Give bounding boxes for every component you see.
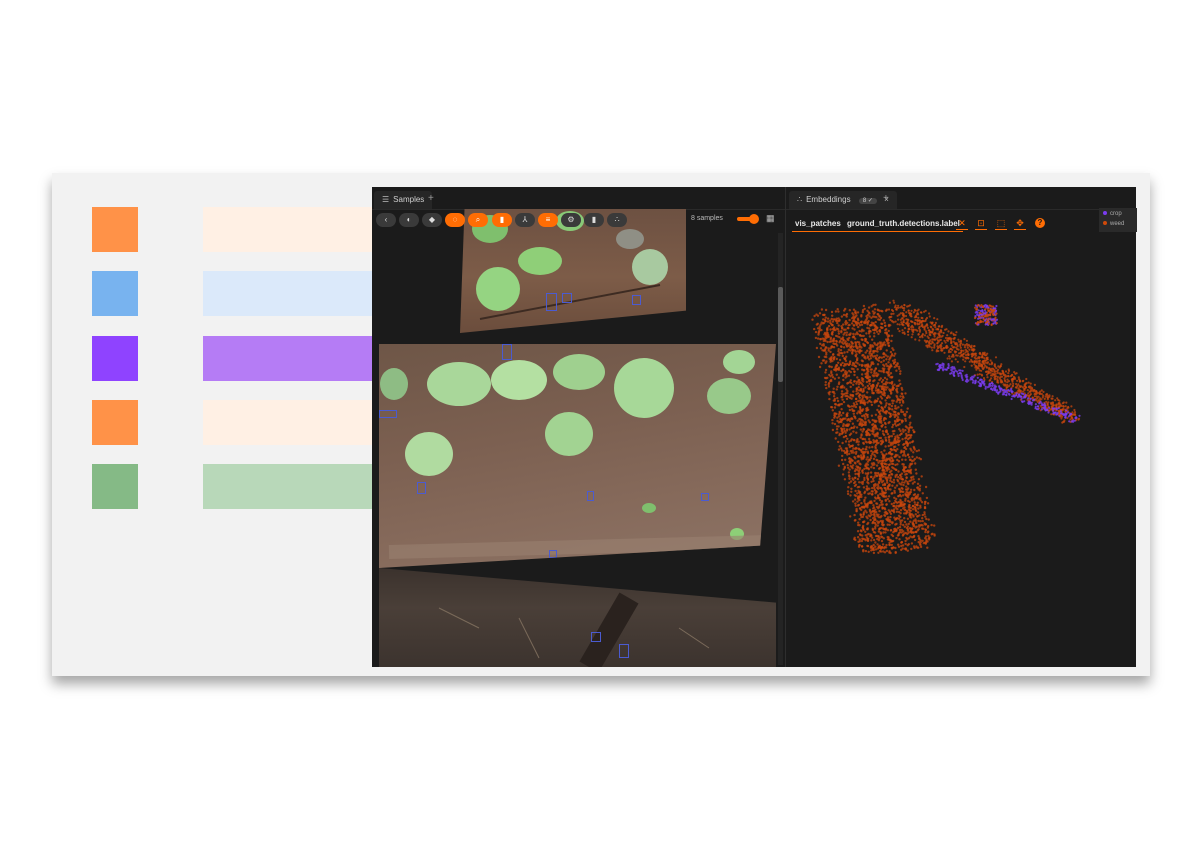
help-icon[interactable]: ? bbox=[1035, 218, 1045, 228]
add-tab-icon[interactable]: + bbox=[883, 193, 889, 204]
samples-panel: ☰ Samples + ‹ ◐ ◆ ◌ ⌕ ▮ ⅄ ≡ ⚙ ▮ ∴ 8 samp… bbox=[372, 187, 785, 667]
bookmark-icon: ▮ bbox=[499, 215, 505, 224]
legend-bar bbox=[203, 464, 373, 509]
samples-scrollbar[interactable] bbox=[778, 233, 783, 665]
chevron-left-icon: ‹ bbox=[384, 215, 388, 224]
palette-icon: ◐ bbox=[406, 215, 412, 224]
gear-icon: ⚙ bbox=[567, 215, 575, 224]
detection-box bbox=[587, 491, 594, 501]
legend-swatch bbox=[92, 336, 138, 381]
detection-box bbox=[701, 493, 709, 501]
list-icon: ☰ bbox=[382, 195, 390, 204]
legend-swatch bbox=[92, 207, 138, 252]
merge-icon: ⅄ bbox=[522, 215, 528, 224]
samples-count: 8 samples bbox=[691, 215, 723, 222]
detection-box bbox=[379, 410, 397, 418]
clear-icon[interactable]: ✕ bbox=[956, 217, 968, 230]
legend-swatch bbox=[92, 271, 138, 316]
zoom-slider[interactable] bbox=[737, 214, 759, 224]
legend-dot bbox=[1103, 221, 1107, 226]
embeddings-tabbar: ∴ Embeddings 8 ✓ × + bbox=[786, 187, 1136, 210]
color-by-select[interactable]: ground_truth.detections.label bbox=[844, 217, 963, 232]
bookmark-button[interactable]: ▮ bbox=[492, 213, 512, 227]
tab-samples-label: Samples bbox=[393, 195, 425, 204]
tab-embeddings-label: Embeddings bbox=[806, 195, 851, 204]
embeddings-legend: crop weed bbox=[1099, 208, 1137, 232]
tag-button[interactable]: ◆ bbox=[422, 213, 442, 227]
tab-embeddings[interactable]: ∴ Embeddings 8 ✓ × bbox=[789, 191, 897, 209]
move-icon[interactable]: ✥ bbox=[1014, 217, 1026, 230]
legend-crop[interactable]: crop bbox=[1103, 211, 1122, 217]
embeddings-toolbar: vis_patches ground_truth.detections.labe… bbox=[786, 211, 1136, 235]
detection-box bbox=[549, 550, 557, 558]
embeddings-panel: ∴ Embeddings 8 ✓ × + vis_patches ground_t… bbox=[785, 187, 1136, 667]
brain-key-select[interactable]: vis_patches bbox=[792, 217, 844, 232]
sample-image-content bbox=[438, 592, 710, 667]
sort-button[interactable]: ≡ bbox=[538, 213, 558, 227]
detection-box bbox=[619, 644, 629, 658]
histogram-button[interactable]: ▮ bbox=[584, 213, 604, 227]
detection-box bbox=[546, 293, 557, 311]
samples-tabbar: ☰ Samples + bbox=[372, 187, 785, 210]
tab-badge: 8 ✓ bbox=[858, 198, 877, 204]
tag-icon: ◆ bbox=[428, 215, 436, 224]
search-icon: ⌕ bbox=[475, 215, 481, 224]
select-icon[interactable]: ⬚ bbox=[995, 217, 1007, 230]
detection-box bbox=[562, 293, 572, 303]
detection-box bbox=[632, 295, 641, 305]
back-button[interactable]: ‹ bbox=[376, 213, 396, 227]
detection-box bbox=[417, 482, 426, 494]
tab-samples[interactable]: ☰ Samples bbox=[374, 191, 433, 209]
legend-bar bbox=[203, 400, 373, 445]
fit-icon[interactable]: ⊡ bbox=[975, 217, 987, 230]
legend-swatch bbox=[92, 464, 138, 509]
grid-icon[interactable]: ▦ bbox=[766, 213, 775, 224]
legend-swatch bbox=[92, 400, 138, 445]
legend-bar bbox=[203, 336, 373, 381]
point-cloud bbox=[811, 299, 1081, 555]
lasso-icon: ◌ bbox=[452, 215, 458, 224]
sample-image-content bbox=[380, 350, 770, 559]
embeddings-button[interactable]: ∴ bbox=[607, 213, 627, 227]
sample-image[interactable] bbox=[379, 344, 776, 568]
detection-box bbox=[502, 344, 512, 360]
patches-button[interactable]: ◌ bbox=[445, 213, 465, 227]
merge-button[interactable]: ⅄ bbox=[515, 213, 535, 227]
samples-toolbar: ‹ ◐ ◆ ◌ ⌕ ▮ ⅄ ≡ ⚙ ▮ ∴ bbox=[372, 211, 785, 233]
add-tab-icon[interactable]: + bbox=[428, 193, 434, 204]
app-window: ☰ Samples + ‹ ◐ ◆ ◌ ⌕ ▮ ⅄ ≡ ⚙ ▮ ∴ 8 samp… bbox=[372, 187, 1136, 667]
legend-weed[interactable]: weed bbox=[1103, 221, 1124, 227]
bar-chart-icon: ▮ bbox=[591, 215, 597, 224]
legend-bar bbox=[203, 271, 373, 316]
legend-weed-label: weed bbox=[1110, 221, 1125, 227]
scatter-icon: ∴ bbox=[797, 195, 803, 204]
embeddings-scatter[interactable] bbox=[786, 237, 1136, 667]
zoom-slider-knob[interactable] bbox=[749, 214, 759, 224]
color-scheme-button[interactable]: ◐ bbox=[399, 213, 419, 227]
legend-crop-label: crop bbox=[1110, 211, 1122, 217]
scatter-icon: ∴ bbox=[614, 215, 620, 224]
settings-button[interactable]: ⚙ bbox=[561, 213, 581, 227]
scrollbar-thumb[interactable] bbox=[778, 287, 783, 382]
list-icon: ≡ bbox=[545, 215, 551, 224]
detection-box bbox=[591, 632, 601, 642]
sample-image[interactable] bbox=[379, 568, 776, 667]
legend-dot bbox=[1103, 211, 1107, 216]
legend-bar bbox=[203, 207, 373, 252]
similarity-button[interactable]: ⌕ bbox=[468, 213, 488, 227]
